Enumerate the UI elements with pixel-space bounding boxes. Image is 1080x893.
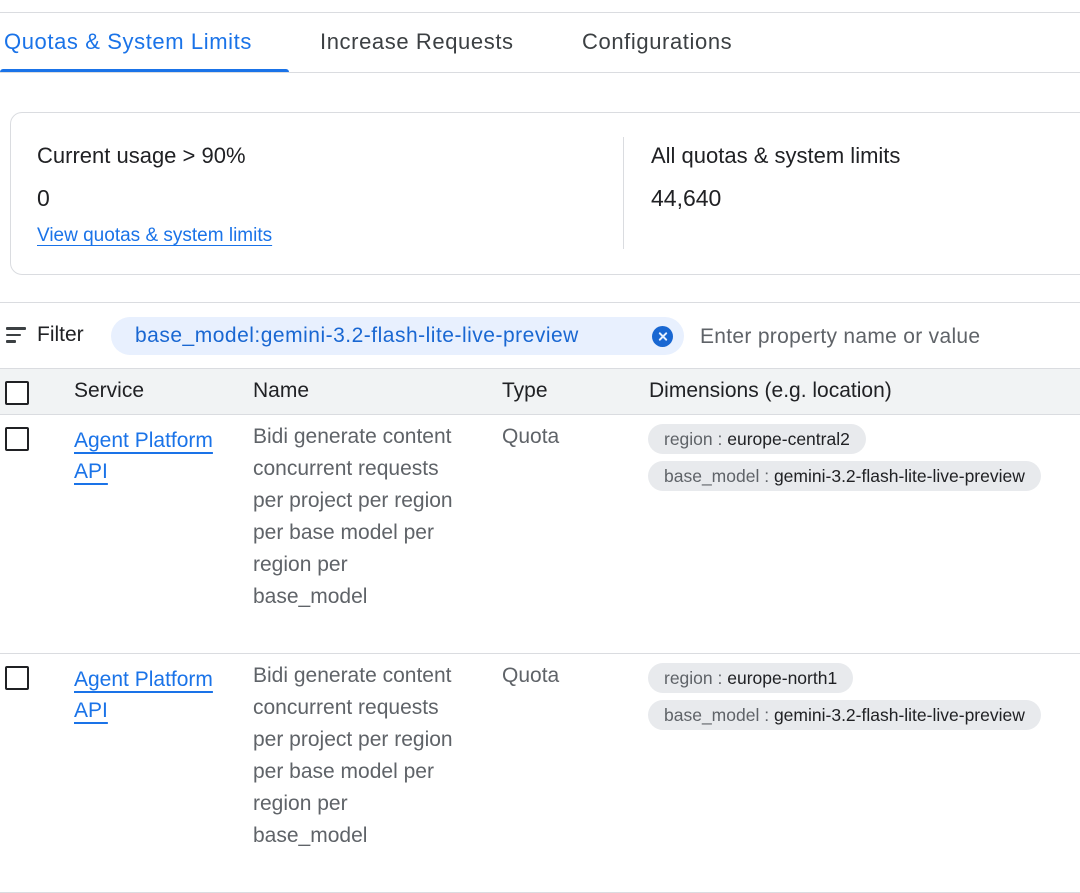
service-link[interactable]: Agent Platform API bbox=[74, 664, 224, 726]
row-checkbox[interactable] bbox=[5, 427, 29, 451]
table-row: Agent Platform API Bidi generate content… bbox=[0, 654, 1080, 893]
select-all-checkbox[interactable] bbox=[5, 381, 29, 405]
tab-configurations[interactable]: Configurations bbox=[582, 13, 732, 72]
column-header-type[interactable]: Type bbox=[502, 379, 548, 403]
quota-type: Quota bbox=[502, 664, 560, 687]
quotas-page: Quotas & System Limits Increase Requests… bbox=[0, 0, 1080, 893]
view-quotas-link[interactable]: View quotas & system limits bbox=[37, 225, 272, 247]
filter-bar: Filter base_model:gemini-3.2-flash-lite-… bbox=[0, 302, 1080, 368]
quota-name: Bidi generate content concurrent request… bbox=[253, 425, 453, 608]
close-circle-icon[interactable] bbox=[652, 326, 673, 347]
service-link[interactable]: Agent Platform API bbox=[74, 425, 224, 487]
dimension-key: region bbox=[664, 429, 713, 449]
column-header-service[interactable]: Service bbox=[74, 379, 144, 403]
dimension-chip-region: region : europe-central2 bbox=[648, 424, 866, 454]
current-usage-label: Current usage > 90% bbox=[37, 143, 246, 168]
tab-increase-requests[interactable]: Increase Requests bbox=[320, 13, 514, 72]
filter-chip[interactable]: base_model:gemini-3.2-flash-lite-live-pr… bbox=[111, 317, 684, 355]
quota-name: Bidi generate content concurrent request… bbox=[253, 664, 453, 847]
row-checkbox[interactable] bbox=[5, 666, 29, 690]
table-header: Service Name Type Dimensions (e.g. locat… bbox=[0, 368, 1080, 415]
current-usage-value: 0 bbox=[37, 185, 50, 211]
column-header-name[interactable]: Name bbox=[253, 379, 309, 403]
summary-card: Current usage > 90% 0 View quotas & syst… bbox=[10, 112, 1080, 275]
column-header-dimensions[interactable]: Dimensions (e.g. location) bbox=[649, 379, 892, 403]
tab-bar: Quotas & System Limits Increase Requests… bbox=[0, 13, 1080, 73]
dimension-key: region bbox=[664, 668, 713, 688]
filter-input[interactable] bbox=[700, 320, 1070, 354]
all-quotas-label: All quotas & system limits bbox=[651, 143, 901, 168]
filter-lines-icon[interactable] bbox=[6, 325, 28, 347]
dimension-key: base_model bbox=[664, 466, 760, 486]
dimension-chip-region: region : europe-north1 bbox=[648, 663, 854, 693]
tab-quotas-system-limits[interactable]: Quotas & System Limits bbox=[4, 13, 252, 72]
dimension-value: gemini-3.2-flash-lite-live-preview bbox=[773, 466, 1025, 486]
dimension-chip-base-model: base_model : gemini-3.2-flash-lite-live-… bbox=[648, 700, 1041, 730]
dimension-value: europe-north1 bbox=[727, 668, 838, 688]
dimension-value: europe-central2 bbox=[727, 429, 850, 449]
all-quotas-value: 44,640 bbox=[651, 185, 722, 211]
dimension-value: gemini-3.2-flash-lite-live-preview bbox=[773, 705, 1025, 725]
filter-label: Filter bbox=[37, 323, 84, 346]
active-tab-indicator bbox=[0, 69, 289, 72]
table-row: Agent Platform API Bidi generate content… bbox=[0, 415, 1080, 654]
quota-type: Quota bbox=[502, 425, 560, 448]
card-divider bbox=[623, 137, 624, 249]
filter-chip-label: base_model:gemini-3.2-flash-lite-live-pr… bbox=[135, 324, 579, 347]
dimension-key: base_model bbox=[664, 705, 760, 725]
dimension-chip-base-model: base_model : gemini-3.2-flash-lite-live-… bbox=[648, 461, 1041, 491]
